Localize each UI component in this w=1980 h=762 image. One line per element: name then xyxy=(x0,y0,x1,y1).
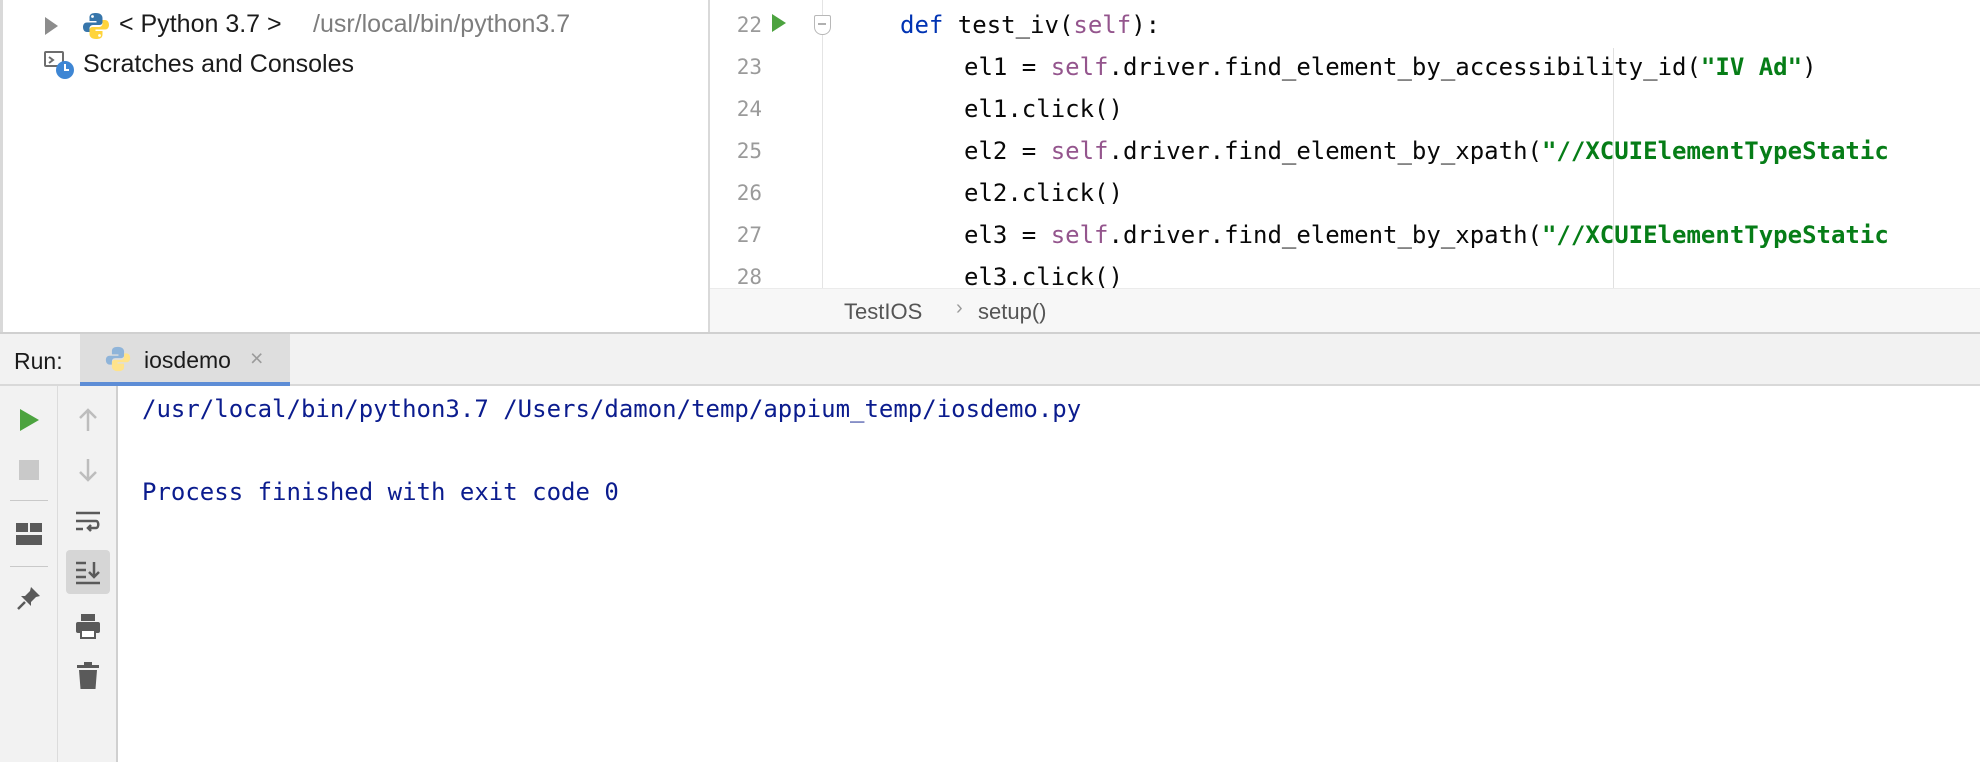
code-self: self xyxy=(1050,221,1109,249)
code-self: self xyxy=(1073,11,1132,39)
scratches-icon xyxy=(43,49,77,81)
print-icon xyxy=(74,612,102,640)
tab-label: iosdemo xyxy=(144,347,231,373)
code-line-25: el2 = self.driver.find_element_by_xpath(… xyxy=(964,130,1889,172)
console-command-line: /usr/local/bin/python3.7 /Users/damon/te… xyxy=(142,395,1082,423)
tree-item-label: Scratches and Consoles xyxy=(83,50,354,78)
layout-icon xyxy=(16,523,42,545)
scroll-up-button[interactable] xyxy=(66,398,110,442)
line-number: 22 xyxy=(736,13,762,37)
code-text: .driver.find_element_by_accessibility_id… xyxy=(1108,53,1701,81)
code-line-27: el3 = self.driver.find_element_by_xpath(… xyxy=(964,214,1889,256)
code-string: "//XCUIElementTypeStatic xyxy=(1541,221,1889,249)
scroll-to-end-icon xyxy=(74,559,102,585)
soft-wrap-icon xyxy=(74,509,102,535)
line-number: 27 xyxy=(736,223,762,247)
code-text: el1 = xyxy=(964,53,1051,81)
line-number: 25 xyxy=(736,139,762,163)
code-text: .driver.find_element_by_xpath( xyxy=(1108,221,1542,249)
tab-iosdemo[interactable]: iosdemo × xyxy=(80,334,290,386)
console-output[interactable]: /usr/local/bin/python3.7 /Users/damon/te… xyxy=(118,386,1980,762)
gutter-separator xyxy=(822,0,823,288)
fold-icon[interactable] xyxy=(814,15,831,35)
layout-button[interactable] xyxy=(7,512,51,556)
run-toolbar-secondary xyxy=(58,386,118,762)
stop-button[interactable] xyxy=(7,448,51,492)
code-string: "//XCUIElementTypeStatic xyxy=(1541,137,1889,165)
scroll-down-button[interactable] xyxy=(66,448,110,492)
code-text: el2 = xyxy=(964,137,1051,165)
editor-gutter: 22 23 24 25 26 27 28 xyxy=(710,0,822,289)
breadcrumb-method[interactable]: setup() xyxy=(978,299,1046,325)
code-text: test_iv( xyxy=(943,11,1074,39)
soft-wrap-button[interactable] xyxy=(66,500,110,544)
code-line-22: def test_iv(self): xyxy=(900,4,1160,46)
code-text: ) xyxy=(1802,53,1817,81)
tree-expand-arrow-icon[interactable] xyxy=(45,17,58,35)
trash-icon xyxy=(76,662,100,690)
pin-button[interactable] xyxy=(7,576,51,620)
tree-item-python-sdk[interactable]: < Python 3.7 > /usr/local/bin/python3.7 xyxy=(3,5,703,45)
rerun-button[interactable] xyxy=(7,398,51,442)
line-number: 23 xyxy=(736,55,762,79)
breadcrumb-separator: › xyxy=(956,297,963,319)
run-toolbar-primary xyxy=(0,386,58,762)
toolbar-separator xyxy=(10,566,48,567)
code-line-23: el1 = self.driver.find_element_by_access… xyxy=(964,46,1817,88)
tree-item-scratches[interactable]: Scratches and Consoles xyxy=(3,45,703,85)
tree-item-label: < Python 3.7 > xyxy=(119,10,282,38)
code-text: el3 = xyxy=(964,221,1051,249)
breadcrumb: TestIOS › setup() xyxy=(710,288,1980,332)
code-line-24: el1.click() xyxy=(964,95,1123,123)
python-icon xyxy=(104,345,132,373)
pin-icon xyxy=(15,584,43,612)
code-string: "IV Ad" xyxy=(1700,53,1803,81)
project-tree-panel: < Python 3.7 > /usr/local/bin/python3.7 … xyxy=(0,0,708,332)
line-number: 26 xyxy=(736,181,762,205)
breadcrumb-class[interactable]: TestIOS xyxy=(844,299,922,325)
code-text: .driver.find_element_by_xpath( xyxy=(1108,137,1542,165)
code-text: ): xyxy=(1131,11,1161,39)
clear-button[interactable] xyxy=(66,654,110,698)
console-exit-line: Process finished with exit code 0 xyxy=(142,478,619,506)
down-arrow-icon xyxy=(76,457,100,483)
code-line-28: el3.click() xyxy=(964,263,1123,288)
code-self: self xyxy=(1050,137,1109,165)
up-arrow-icon xyxy=(76,407,100,433)
tree-item-path: /usr/local/bin/python3.7 xyxy=(313,10,571,38)
run-gutter-icon[interactable] xyxy=(772,14,786,32)
code-keyword: def xyxy=(900,11,944,39)
run-window-header: Run: iosdemo × xyxy=(0,334,1980,386)
code-line-26: el2.click() xyxy=(964,179,1123,207)
print-button[interactable] xyxy=(66,604,110,648)
run-window-title: Run: xyxy=(14,348,63,374)
code-self: self xyxy=(1050,53,1109,81)
toolbar-separator xyxy=(10,500,48,501)
rerun-icon xyxy=(19,409,39,431)
stop-icon xyxy=(19,460,39,480)
code-editor[interactable]: 22 23 24 25 26 27 28 def test_iv(self): … xyxy=(708,0,1980,332)
close-icon[interactable]: × xyxy=(250,345,263,372)
python-icon xyxy=(81,11,111,41)
line-number: 24 xyxy=(736,97,762,121)
scroll-to-end-button[interactable] xyxy=(66,550,110,594)
